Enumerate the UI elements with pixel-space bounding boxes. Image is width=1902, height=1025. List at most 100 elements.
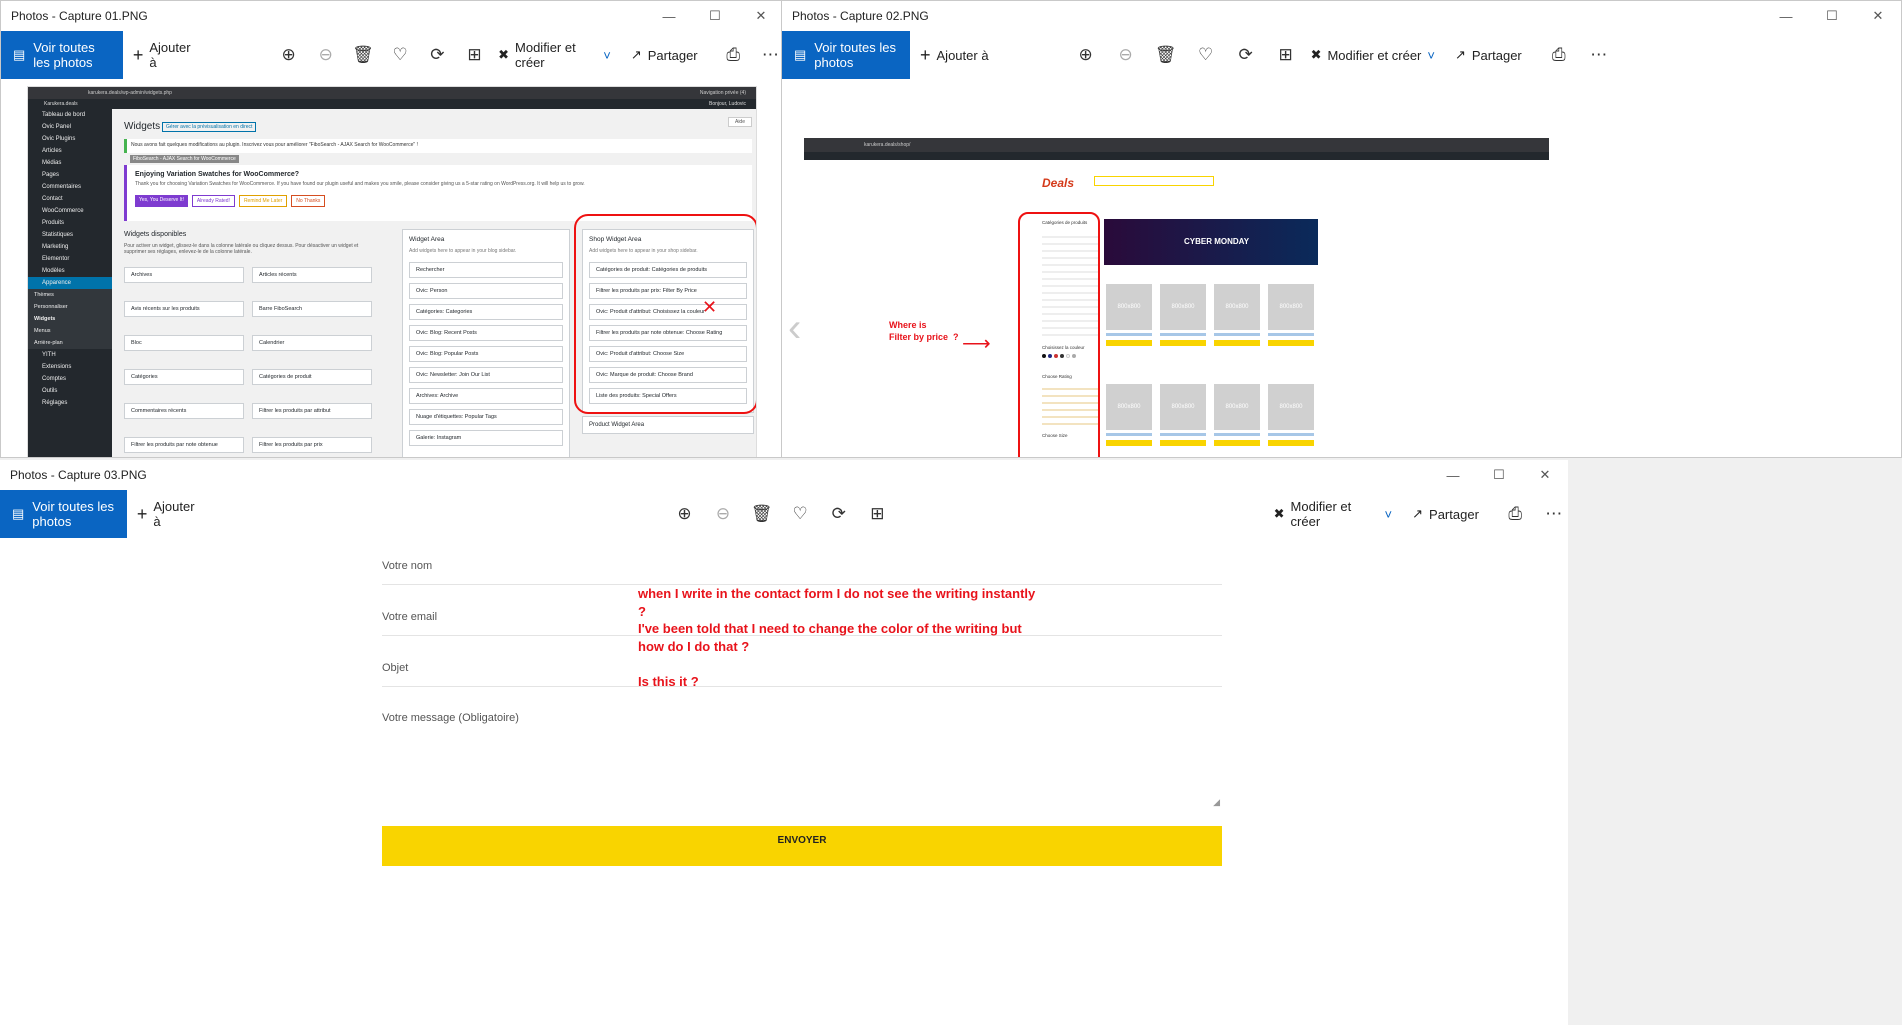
zoom-in-icon[interactable]: ⊕ (275, 45, 302, 65)
available-widget-item[interactable]: Barre FiboSearch (252, 301, 372, 317)
crop-icon[interactable]: ⊞ (1271, 45, 1301, 65)
more-icon[interactable]: ⋯ (1584, 45, 1614, 65)
share-button[interactable]: ↗ Partager (1445, 47, 1532, 63)
product-card[interactable]: 800x800 (1106, 384, 1152, 446)
crop-icon[interactable]: ⊞ (461, 45, 488, 65)
wp-sidebar-item[interactable]: WooCommerce (28, 205, 112, 217)
available-widget-item[interactable]: Avis récents sur les produits (124, 301, 244, 317)
add-to-button[interactable]: + Ajouter à (127, 499, 212, 529)
print-icon[interactable]: ⎙ (1501, 504, 1530, 524)
remind-later-button[interactable]: Remind Me Later (238, 195, 288, 207)
wp-sidebar-item[interactable]: Extensions (28, 361, 112, 373)
available-widget-item[interactable]: Catégories de produit (252, 369, 372, 385)
close-icon[interactable]: ✕ (738, 1, 784, 31)
product-card[interactable]: 800x800 (1160, 384, 1206, 446)
available-widget-item[interactable]: Filtrer les produits par note obtenue (124, 437, 244, 453)
available-widget-item[interactable]: Articles récents (252, 267, 372, 283)
widget-area-item[interactable]: Ovic: Blog: Recent Posts (409, 325, 563, 341)
share-button[interactable]: ↗ Partager (621, 47, 708, 63)
wp-sidebar-item[interactable]: Statistiques (28, 229, 112, 241)
product-card[interactable]: 800x800 (1268, 384, 1314, 446)
wp-sidebar-item[interactable]: Modèles (28, 265, 112, 277)
wp-sidebar-item[interactable]: Elementor (28, 253, 112, 265)
add-to-cart-button[interactable] (1160, 440, 1206, 446)
see-all-photos-button[interactable]: ▤ Voir toutes les photos (782, 31, 910, 79)
delete-icon[interactable]: 🗑 (349, 45, 376, 65)
wp-sidebar-item[interactable]: Articles (28, 145, 112, 157)
add-to-cart-button[interactable] (1106, 440, 1152, 446)
see-all-photos-button[interactable]: ▤ Voir toutes les photos (0, 490, 127, 538)
add-to-cart-button[interactable] (1106, 340, 1152, 346)
maximize-icon[interactable]: ☐ (1809, 1, 1855, 31)
product-card[interactable]: 800x800 (1106, 284, 1152, 346)
available-widget-item[interactable]: Bloc (124, 335, 244, 351)
available-widget-item[interactable]: Catégories (124, 369, 244, 385)
delete-icon[interactable]: 🗑 (747, 504, 776, 524)
add-to-cart-button[interactable] (1268, 340, 1314, 346)
window-title-bar[interactable]: Photos - Capture 01.PNG — ☐ ✕ (1, 1, 784, 31)
rotate-icon[interactable]: ⟳ (824, 504, 853, 524)
wp-sidebar-item[interactable]: Apparence (28, 277, 112, 289)
print-icon[interactable]: ⎙ (720, 45, 747, 65)
edit-create-button[interactable]: ✖ Modifier et créer ˅ (488, 40, 621, 70)
wp-sidebar-item[interactable]: Arrière-plan (28, 337, 112, 349)
add-to-button[interactable]: + Ajouter à (123, 40, 205, 70)
product-widget-area-box[interactable]: Product Widget Area (582, 416, 754, 434)
add-to-cart-button[interactable] (1214, 440, 1260, 446)
widget-area-item[interactable]: Ovic: Blog: Popular Posts (409, 346, 563, 362)
wp-sidebar-item[interactable]: Menus (28, 325, 112, 337)
widget-area-item[interactable]: Galerie: Instagram (409, 430, 563, 446)
zoom-in-icon[interactable]: ⊕ (670, 504, 699, 524)
wp-sidebar-item[interactable]: Marketing (28, 241, 112, 253)
minimize-icon[interactable]: — (1763, 1, 1809, 31)
zoom-in-icon[interactable]: ⊕ (1071, 45, 1101, 65)
wp-sidebar-item[interactable]: Widgets (28, 313, 112, 325)
edit-create-button[interactable]: ✖ Modifier et créer ˅ (1264, 499, 1403, 529)
shop-search-bar[interactable] (1094, 176, 1214, 186)
widget-area-item[interactable]: Ovic: Newsletter: Join Our List (409, 367, 563, 383)
name-field[interactable] (382, 584, 1222, 585)
product-card[interactable]: 800x800 (1214, 284, 1260, 346)
manage-live-preview-button[interactable]: Gérer avec la prévisualisation en direct (162, 122, 257, 132)
maximize-icon[interactable]: ☐ (692, 1, 738, 31)
wp-sidebar-item[interactable]: Médias (28, 157, 112, 169)
wp-sidebar-item[interactable]: Thèmes (28, 289, 112, 301)
window-title-bar[interactable]: Photos - Capture 03.PNG — ☐ ✕ (0, 460, 1568, 490)
product-card[interactable]: 800x800 (1160, 284, 1206, 346)
already-rated-button[interactable]: Already Rated! (191, 195, 235, 207)
rotate-icon[interactable]: ⟳ (424, 45, 451, 65)
wp-sidebar-item[interactable]: Réglages (28, 397, 112, 409)
available-widget-item[interactable]: Filtrer les produits par attribut (252, 403, 372, 419)
subject-field[interactable] (382, 686, 1222, 687)
yes-deserve-button[interactable]: Yes, You Deserve It! (135, 195, 188, 207)
available-widget-item[interactable]: Filtrer les produits par prix (252, 437, 372, 453)
more-icon[interactable]: ⋯ (757, 45, 784, 65)
wp-sidebar-item[interactable]: Comptes (28, 373, 112, 385)
zoom-out-icon[interactable]: ⊖ (1111, 45, 1141, 65)
edit-create-button[interactable]: ✖ Modifier et créer ˅ (1301, 47, 1445, 63)
wp-sidebar-item[interactable]: Commentaires (28, 181, 112, 193)
minimize-icon[interactable]: — (646, 1, 692, 31)
add-to-cart-button[interactable] (1268, 440, 1314, 446)
add-to-button[interactable]: + Ajouter à (910, 45, 999, 66)
product-card[interactable]: 800x800 (1214, 384, 1260, 446)
favorite-icon[interactable]: ♡ (387, 45, 414, 65)
add-to-cart-button[interactable] (1214, 340, 1260, 346)
window-title-bar[interactable]: Photos - Capture 02.PNG — ☐ ✕ (782, 1, 1901, 31)
widget-area-item[interactable]: Catégories: Categories (409, 304, 563, 320)
wp-sidebar-item[interactable]: Ovic Plugins (28, 133, 112, 145)
wp-sidebar-item[interactable]: Outils (28, 385, 112, 397)
close-icon[interactable]: ✕ (1855, 1, 1901, 31)
share-button[interactable]: ↗ Partager (1402, 506, 1489, 522)
help-button[interactable]: Aide (727, 117, 752, 127)
submit-button[interactable]: ENVOYER (382, 826, 1222, 866)
wp-sidebar-item[interactable]: Tableau de bord (28, 109, 112, 121)
no-thanks-button[interactable]: No Thanks (291, 195, 326, 207)
wp-sidebar-item[interactable]: Contact (28, 193, 112, 205)
maximize-icon[interactable]: ☐ (1476, 460, 1522, 490)
message-textarea[interactable]: ◢ (382, 730, 1222, 808)
close-icon[interactable]: ✕ (1522, 460, 1568, 490)
available-widget-item[interactable]: Commentaires récents (124, 403, 244, 419)
available-widget-item[interactable]: Calendrier (252, 335, 372, 351)
more-icon[interactable]: ⋯ (1539, 504, 1568, 524)
